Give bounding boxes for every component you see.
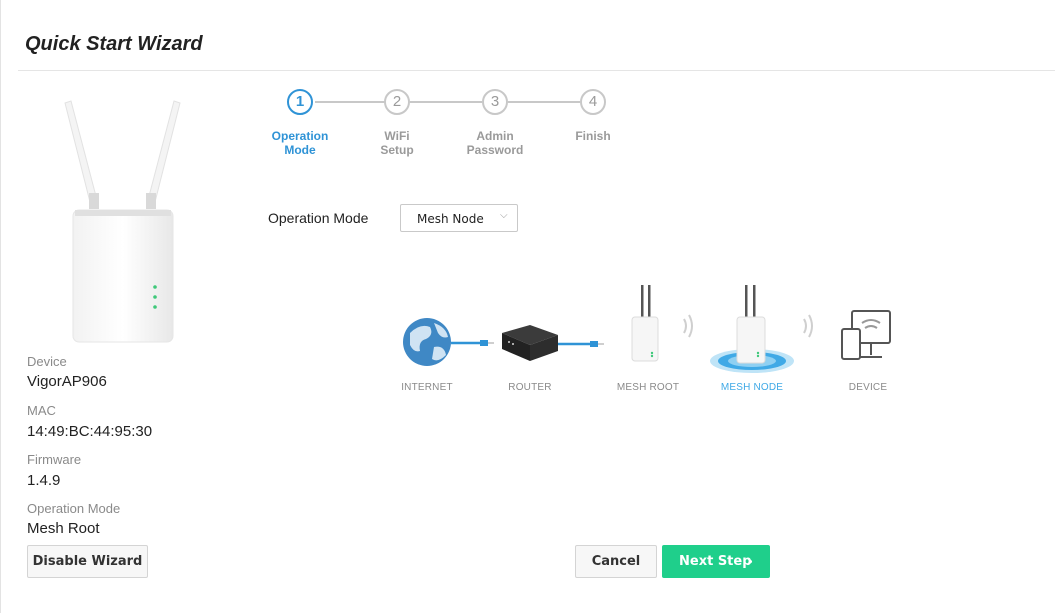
step-3-circle[interactable]: 3: [482, 89, 508, 115]
step-3-label-line2: Password: [466, 143, 524, 157]
step-2-label-line1: WiFi: [384, 129, 410, 143]
title-divider: [18, 70, 1055, 71]
device-label: Device: [27, 354, 67, 369]
device-operation-mode-label: Operation Mode: [27, 501, 121, 516]
operation-mode-selected-value: Mesh Node: [417, 212, 484, 226]
stepper-connector: [315, 101, 385, 103]
globe-icon: [403, 318, 451, 366]
device-operation-mode-value: Mesh Root: [27, 520, 100, 537]
step-3-label: Admin Password: [450, 129, 540, 157]
network-diagram: [403, 285, 891, 373]
cancel-button[interactable]: Cancel: [575, 545, 657, 578]
step-3-label-line1: Admin: [476, 129, 514, 143]
chevron-down-icon: ⌵: [500, 210, 508, 221]
step-2-label-line2: Setup: [380, 143, 414, 157]
operation-mode-label: Operation Mode: [268, 210, 369, 226]
diagram-label-router: ROUTER: [508, 382, 552, 393]
step-4-label: Finish: [548, 129, 638, 143]
step-4-circle[interactable]: 4: [580, 89, 606, 115]
diagram-label-internet: INTERNET: [401, 382, 453, 393]
diagram-label-mesh-node: MESH NODE: [720, 382, 784, 393]
operation-mode-select[interactable]: Mesh Node ⌵: [400, 204, 518, 232]
wifi-signal-icon: [683, 314, 693, 338]
mac-value: 14:49:BC:44:95:30: [27, 423, 153, 440]
diagram-label-mesh-root: MESH ROOT: [616, 382, 680, 393]
step-2-circle[interactable]: 2: [384, 89, 410, 115]
mesh-node-icon: [710, 285, 794, 373]
next-step-button[interactable]: Next Step ›: [662, 545, 770, 578]
router-icon: [502, 325, 558, 361]
firmware-label: Firmware: [27, 452, 82, 467]
step-1-label-line1: Operation: [271, 129, 329, 143]
chevron-right-icon: ›: [747, 552, 754, 570]
mac-label: MAC: [27, 403, 56, 418]
stepper-connector: [508, 101, 580, 103]
firmware-value: 1.4.9: [27, 472, 61, 489]
diagram-label-device: DEVICE: [848, 382, 888, 393]
mesh-root-icon: [631, 285, 659, 362]
step-1-circle[interactable]: 1: [287, 89, 313, 115]
step-1-label: Operation Mode: [255, 129, 345, 157]
page-title: Quick Start Wizard: [25, 33, 203, 55]
devices-icon: [841, 310, 891, 360]
device-image: [64, 100, 181, 343]
device-value: VigorAP906: [27, 373, 107, 390]
wifi-signal-icon: [803, 314, 813, 338]
step-4-label-line1: Finish: [575, 129, 611, 143]
step-1-label-line2: Mode: [284, 143, 316, 157]
disable-wizard-button[interactable]: Disable Wizard: [27, 545, 148, 578]
stepper-connector: [410, 101, 482, 103]
next-step-label: Next Step: [679, 554, 752, 569]
step-2-label: WiFi Setup: [352, 129, 442, 157]
